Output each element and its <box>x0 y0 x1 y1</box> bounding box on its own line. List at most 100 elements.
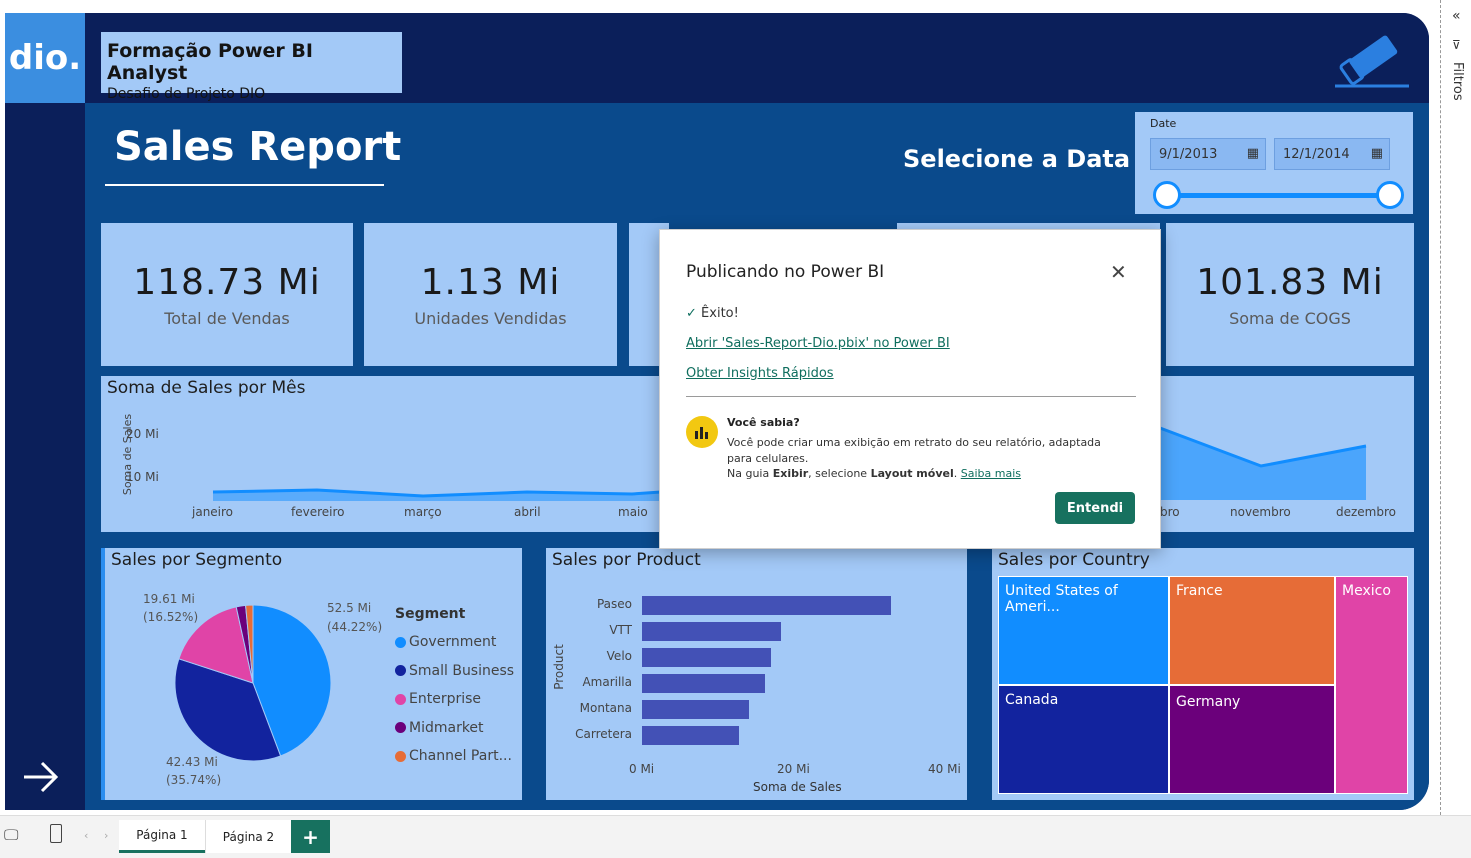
page-tab-2[interactable]: Página 2 <box>205 820 291 853</box>
report-left-bar <box>5 13 85 810</box>
kpi-soma-cogs: 101.83 Mi Soma de COGS <box>1166 223 1414 366</box>
eraser-icon <box>1333 28 1413 90</box>
pie-legend: Government Small Business Enterprise Midmar… <box>395 628 514 771</box>
prev-page-icon[interactable]: ‹ <box>84 829 88 842</box>
y-tick: Velo <box>606 649 632 663</box>
pie-data-label: 42.43 Mi <box>166 755 218 769</box>
legend-item[interactable]: Government <box>395 628 514 657</box>
collapse-icon[interactable]: « <box>1452 8 1461 24</box>
x-tick: novembro <box>1230 505 1291 519</box>
treemap-tile-label: United States of Ameri... <box>1005 583 1118 615</box>
y-tick: Carretera <box>575 727 632 741</box>
got-it-button[interactable]: Entendi <box>1055 492 1135 524</box>
x-tick: dezembro <box>1336 505 1396 519</box>
legend-marker <box>395 636 406 648</box>
treemap-tile-label: France <box>1176 583 1223 599</box>
bar[interactable] <box>642 596 892 615</box>
add-page-button[interactable]: + <box>291 820 330 853</box>
report-title: Sales Report <box>114 124 402 170</box>
kpi-total-vendas: 118.73 Mi Total de Vendas <box>101 223 353 366</box>
date-slider-end-handle[interactable] <box>1376 181 1404 209</box>
x-tick: abril <box>514 505 541 519</box>
date-start-input[interactable]: 9/1/2013 ▦ <box>1150 138 1266 170</box>
kpi-value: 1.13 Mi <box>420 261 561 303</box>
calendar-icon[interactable]: ▦ <box>1247 146 1259 161</box>
legend-item[interactable]: Enterprise <box>395 685 514 714</box>
legend-marker <box>395 665 406 677</box>
page-tab-1[interactable]: Página 1 <box>119 820 205 853</box>
dialog-title: Publicando no Power BI <box>686 262 885 282</box>
bar[interactable] <box>642 622 781 641</box>
y-tick: Amarilla <box>582 675 632 689</box>
x-tick: bro <box>1160 505 1180 519</box>
close-icon[interactable]: ✕ <box>1110 262 1127 282</box>
x-tick: fevereiro <box>291 505 345 519</box>
dio-logo: dio. <box>5 13 85 103</box>
kpi-label: Total de Vendas <box>164 308 290 328</box>
mobile-view-icon[interactable] <box>50 824 62 843</box>
tip-text-line2: Na guia Exibir, selecione Layout móvel. … <box>727 467 1021 480</box>
bar[interactable] <box>642 648 772 667</box>
calendar-icon[interactable]: ▦ <box>1371 146 1383 161</box>
tip-text: Você pode criar uma exibição em retrato … <box>727 436 1101 465</box>
date-end-input[interactable]: 12/1/2014 ▦ <box>1274 138 1390 170</box>
treemap-tile[interactable]: Mexico <box>1335 576 1408 794</box>
success-text: Êxito! <box>701 306 739 321</box>
title-underline <box>105 184 384 186</box>
x-tick: maio <box>618 505 648 519</box>
treemap-tile[interactable]: France <box>1169 576 1335 685</box>
next-page-icon[interactable]: › <box>104 829 108 842</box>
header-subtitle: Desafio de Projeto DIO <box>107 86 266 102</box>
learn-more-link[interactable]: Saiba mais <box>961 467 1021 480</box>
publish-dialog: Publicando no Power BI ✕ ✓ Êxito! Abrir … <box>659 229 1161 549</box>
legend-marker <box>395 750 406 762</box>
pie-data-label: 52.5 Mi <box>327 601 372 615</box>
date-slider-track <box>1167 193 1391 198</box>
header-title: Formação Power BI Analyst <box>107 40 313 84</box>
powerbi-icon <box>686 416 718 448</box>
legend-label: Government <box>409 634 497 651</box>
y-tick: Paseo <box>596 597 632 611</box>
treemap-title: Sales por Country <box>998 550 1150 570</box>
filters-pane-label[interactable]: Filtros <box>1450 62 1465 101</box>
legend-marker <box>395 722 406 734</box>
tip-fragment: . <box>953 467 961 480</box>
x-tick: 0 Mi <box>629 762 655 776</box>
x-tick: janeiro <box>192 505 234 519</box>
legend-item[interactable]: Channel Part... <box>395 742 514 771</box>
treemap-tile[interactable]: United States of Ameri... <box>998 576 1169 685</box>
kpi-label: Soma de COGS <box>1229 308 1351 328</box>
legend-item[interactable]: Midmarket <box>395 714 514 743</box>
y-tick: VTT <box>609 623 632 637</box>
treemap-tile[interactable]: Canada <box>998 685 1169 794</box>
legend-item[interactable]: Small Business <box>395 657 514 686</box>
bar-chart-plot: Paseo VTT Velo Amarilla Montana Carretera <box>546 548 967 800</box>
tip-fragment: , selecione <box>808 467 871 480</box>
treemap-tile[interactable]: Germany <box>1169 685 1335 794</box>
treemap-card: Sales por Country United States of Ameri… <box>992 548 1414 800</box>
desktop-view-icon[interactable]: 🖵 <box>4 826 18 844</box>
tip-fragment: Na guia <box>727 467 773 480</box>
y-tick: Montana <box>579 701 632 715</box>
pie-data-label: 19.61 Mi <box>143 592 195 606</box>
treemap-tile-label: Mexico <box>1342 583 1391 599</box>
kpi-label: Unidades Vendidas <box>414 308 567 328</box>
open-report-link[interactable]: Abrir 'Sales-Report-Dio.pbix' no Power B… <box>686 336 950 351</box>
arrow-right-icon[interactable] <box>22 760 60 794</box>
date-end-value: 12/1/2014 <box>1283 146 1350 162</box>
tip-title: Você sabia? <box>727 416 800 429</box>
x-tick: 40 Mi <box>928 762 961 776</box>
bar[interactable] <box>642 674 766 693</box>
treemap-tile-label: Canada <box>1005 692 1059 708</box>
date-slider-start-handle[interactable] <box>1153 181 1181 209</box>
legend-label: Channel Part... <box>409 748 512 765</box>
x-tick: março <box>404 505 442 519</box>
success-status: ✓ Êxito! <box>686 306 739 321</box>
bar[interactable] <box>642 700 750 719</box>
bar[interactable] <box>642 726 740 745</box>
header-title-box: Formação Power BI Analyst Desafio de Pro… <box>101 32 402 102</box>
date-prompt: Selecione a Data <box>903 145 1131 173</box>
tip-fragment: Exibir <box>772 467 809 480</box>
quick-insights-link[interactable]: Obter Insights Rápidos <box>686 366 834 381</box>
divider <box>686 396 1136 397</box>
